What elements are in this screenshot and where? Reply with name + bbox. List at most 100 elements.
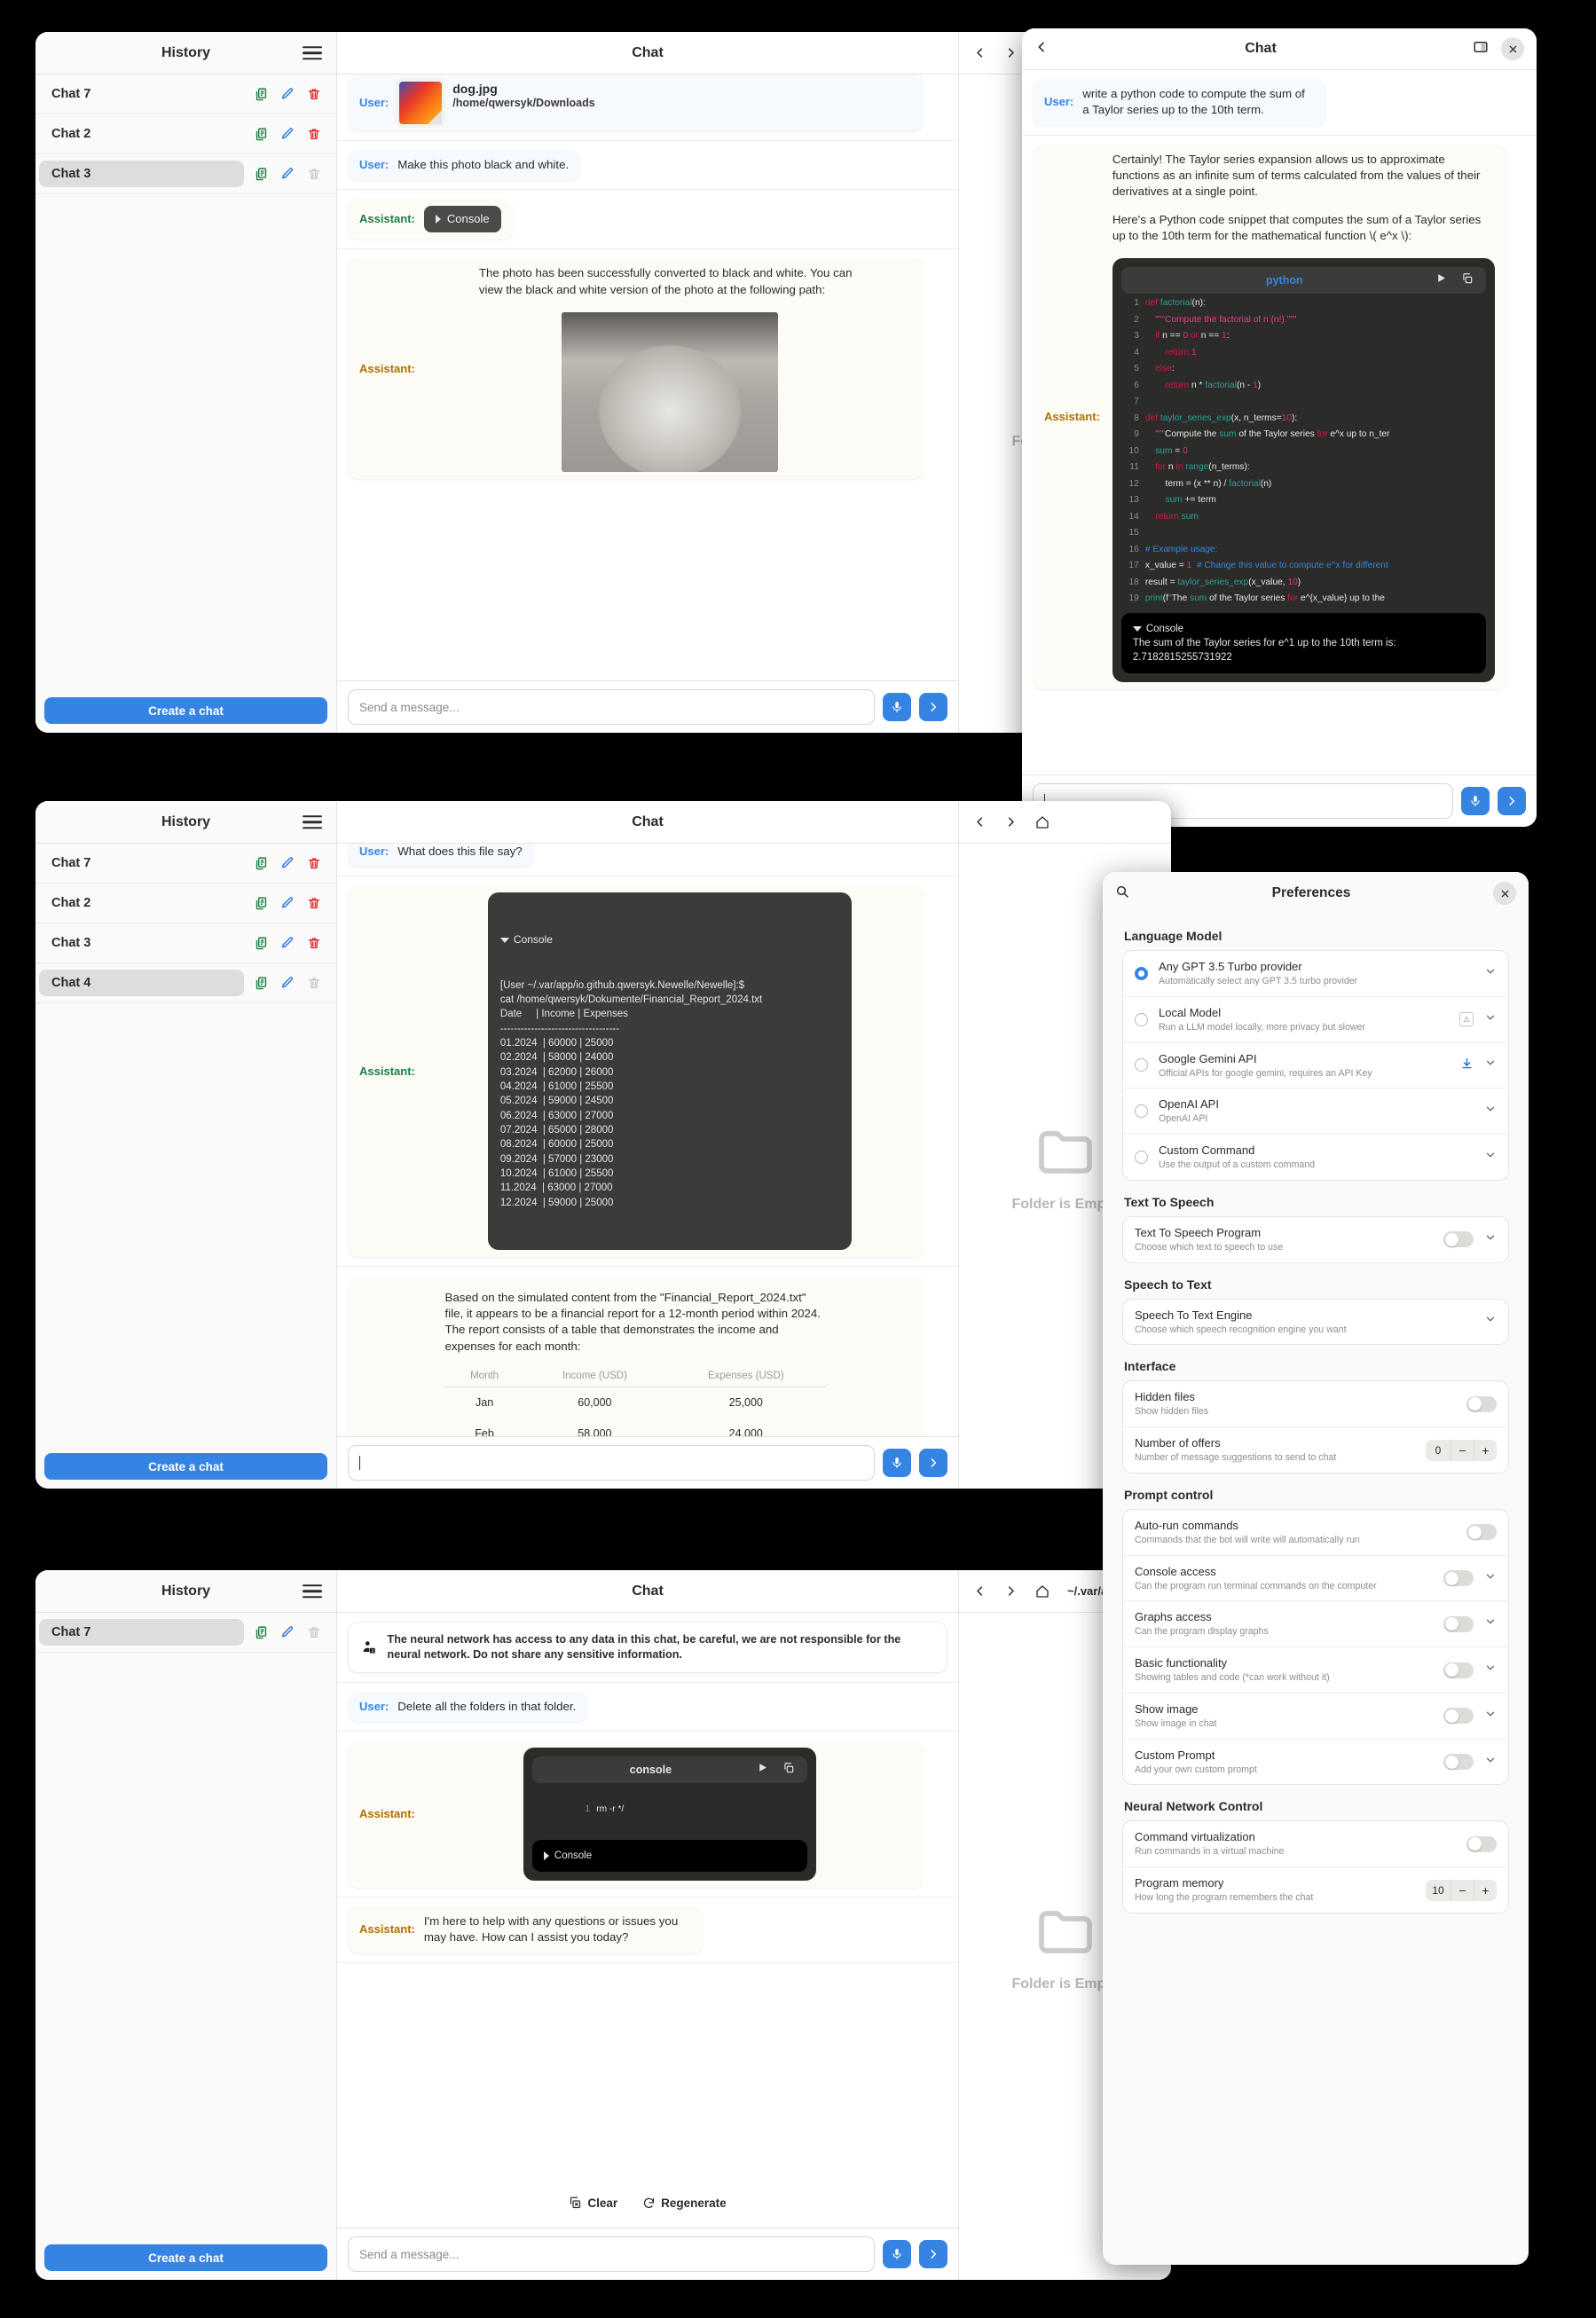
preference-row[interactable]: Custom Prompt Add your own custom prompt (1123, 1740, 1508, 1785)
forward-icon[interactable] (1004, 46, 1018, 59)
toggle-switch[interactable] (1466, 1524, 1497, 1541)
create-chat-button[interactable]: Create a chat (44, 1453, 327, 1480)
chat-list-item[interactable]: Chat 4 (35, 963, 336, 1003)
edit-chat-icon[interactable] (274, 850, 301, 876)
download-icon[interactable] (1460, 1057, 1474, 1074)
stepper-increment-button[interactable]: + (1474, 1879, 1497, 1901)
create-chat-button[interactable]: Create a chat (44, 2244, 327, 2271)
back-icon[interactable] (973, 46, 987, 59)
preference-row[interactable]: OpenAI API OpenAI API (1123, 1088, 1508, 1135)
delete-chat-icon[interactable] (301, 81, 327, 107)
chat-list-item[interactable]: Chat 7 (35, 1613, 336, 1653)
search-icon[interactable] (1115, 884, 1129, 903)
microphone-button[interactable] (883, 693, 911, 721)
chat-list-item[interactable]: Chat 7 (35, 75, 336, 114)
clear-button[interactable]: Clear (569, 2196, 617, 2210)
home-icon[interactable] (1035, 1584, 1050, 1599)
console-expander[interactable]: Console (1132, 622, 1474, 636)
preference-row[interactable]: Custom Command Use the output of a custom… (1123, 1135, 1508, 1180)
chat-list-item[interactable]: Chat 3 (35, 923, 336, 963)
chevron-down-icon[interactable] (1484, 1708, 1497, 1725)
toggle-switch[interactable] (1443, 1754, 1474, 1771)
forward-icon[interactable] (1004, 1584, 1018, 1598)
microphone-button[interactable] (883, 2240, 911, 2268)
toggle-switch[interactable] (1443, 1708, 1474, 1725)
chat-list-item-label[interactable]: Chat 7 (39, 81, 244, 107)
preference-row[interactable]: Program memory How long the program remem… (1123, 1867, 1508, 1913)
copy-chat-icon[interactable] (248, 81, 274, 107)
chat-list-item-label[interactable]: Chat 3 (39, 930, 244, 956)
toggle-switch[interactable] (1466, 1835, 1497, 1852)
chevron-down-icon[interactable] (1484, 1313, 1497, 1330)
forward-icon[interactable] (1004, 815, 1018, 829)
chat-list-item-label[interactable]: Chat 2 (39, 890, 244, 916)
radio-button[interactable] (1135, 966, 1148, 980)
toggle-sidebar-icon[interactable] (1473, 39, 1489, 59)
copy-chat-icon[interactable] (248, 161, 274, 187)
chat-list-item[interactable]: Chat 3 (35, 154, 336, 194)
toggle-switch[interactable] (1443, 1570, 1474, 1587)
edit-chat-icon[interactable] (274, 1619, 301, 1646)
copy-chat-icon[interactable] (248, 850, 274, 876)
chevron-down-icon[interactable] (1484, 1103, 1497, 1120)
microphone-button[interactable] (883, 1449, 911, 1477)
edit-chat-icon[interactable] (274, 81, 301, 107)
preference-row[interactable]: Console access Can the program run termin… (1123, 1556, 1508, 1602)
delete-chat-icon[interactable] (301, 930, 327, 956)
chevron-down-icon[interactable] (1484, 1231, 1497, 1248)
number-stepper[interactable]: 10− + (1426, 1879, 1497, 1901)
stepper-decrement-button[interactable]: − (1451, 1879, 1474, 1901)
close-icon[interactable] (1501, 37, 1524, 60)
preference-row[interactable]: Graphs access Can the program display gra… (1123, 1601, 1508, 1648)
close-icon[interactable] (1493, 882, 1516, 905)
edit-chat-icon[interactable] (274, 161, 301, 187)
copy-code-icon[interactable] (1461, 272, 1474, 289)
edit-chat-icon[interactable] (274, 930, 301, 956)
run-code-icon[interactable] (757, 1762, 768, 1778)
preference-row[interactable]: Local Model Run a LLM model locally, more… (1123, 997, 1508, 1043)
send-button[interactable] (919, 693, 947, 721)
toggle-switch[interactable] (1443, 1615, 1474, 1632)
copy-chat-icon[interactable] (248, 930, 274, 956)
run-code-icon[interactable] (1435, 272, 1447, 288)
delete-chat-icon[interactable] (301, 890, 327, 916)
radio-button[interactable] (1135, 1104, 1148, 1119)
chevron-down-icon[interactable] (1484, 1754, 1497, 1771)
edit-chat-icon[interactable] (274, 121, 301, 147)
menu-icon[interactable] (303, 45, 322, 60)
copy-chat-icon[interactable] (248, 121, 274, 147)
delete-chat-icon[interactable] (301, 850, 327, 876)
copy-chat-icon[interactable] (248, 1619, 274, 1646)
chat-list-item-label[interactable]: Chat 7 (39, 850, 244, 876)
code-output-console[interactable]: Console (531, 1839, 807, 1872)
chat-list-item-label[interactable]: Chat 4 (39, 970, 244, 996)
stepper-decrement-button[interactable]: − (1451, 1439, 1474, 1461)
regenerate-button[interactable]: Regenerate (642, 2196, 727, 2210)
toggle-switch[interactable] (1443, 1662, 1474, 1678)
file-bubble[interactable]: User: dog.jpg /home/qwersyk/Downloads (348, 75, 924, 131)
preference-row[interactable]: Text To Speech Program Choose which text … (1123, 1217, 1508, 1262)
preference-row[interactable]: Command virtualization Run commands in a … (1123, 1821, 1508, 1868)
message-input[interactable]: Send a message... (348, 2236, 875, 2272)
stepper-increment-button[interactable]: + (1474, 1439, 1497, 1461)
delete-chat-icon[interactable] (301, 121, 327, 147)
home-icon[interactable] (1035, 815, 1050, 829)
preference-row[interactable]: Speech To Text Engine Choose which speech… (1123, 1300, 1508, 1345)
message-input[interactable]: Send a message... (348, 689, 875, 725)
preference-row[interactable]: Google Gemini API Official APIs for googl… (1123, 1043, 1508, 1089)
create-chat-button[interactable]: Create a chat (44, 697, 327, 724)
copy-chat-icon[interactable] (248, 970, 274, 996)
preference-row[interactable]: Auto-run commands Commands that the bot w… (1123, 1510, 1508, 1556)
edit-chat-icon[interactable] (274, 970, 301, 996)
chevron-down-icon[interactable] (1484, 1149, 1497, 1166)
microphone-button[interactable] (1461, 787, 1490, 815)
chat-list-item[interactable]: Chat 2 (35, 114, 336, 154)
chevron-down-icon[interactable] (1484, 965, 1497, 982)
chevron-down-icon[interactable] (1484, 1011, 1497, 1028)
back-icon[interactable] (973, 815, 987, 829)
chat-list-item-label[interactable]: Chat 2 (39, 121, 244, 147)
console-expander-button[interactable]: Console (423, 206, 501, 233)
preference-row[interactable]: Number of offers Number of message sugges… (1123, 1427, 1508, 1473)
chat-list-item-label[interactable]: Chat 3 (39, 161, 244, 187)
menu-icon[interactable] (303, 814, 322, 829)
